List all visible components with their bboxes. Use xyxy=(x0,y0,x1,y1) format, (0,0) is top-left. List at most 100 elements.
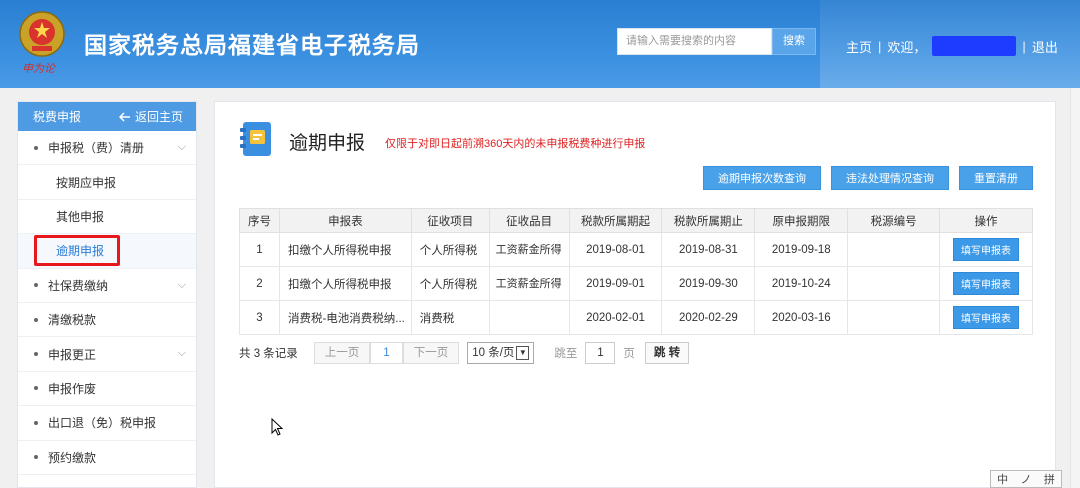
original-deadline: 2020-03-16 xyxy=(754,300,849,335)
ime-toolbar[interactable]: 中 ノ 拼 xyxy=(990,470,1062,488)
back-home-link[interactable]: 返回主页 xyxy=(118,108,183,125)
period-start: 2019-08-01 xyxy=(568,232,663,267)
tax-project: 消费税 xyxy=(410,300,490,335)
period-end: 2019-09-30 xyxy=(661,266,756,301)
home-link[interactable]: 主页 xyxy=(846,37,872,56)
sidebar-item-clear-tax[interactable]: 清缴税款 xyxy=(18,303,196,338)
sidebar-item-other[interactable]: 其他申报 xyxy=(18,200,196,235)
tax-item: 工资薪金所得 xyxy=(488,266,570,301)
source-code xyxy=(847,232,941,267)
operation-cell: 填写申报表 xyxy=(939,300,1033,335)
period-end: 2019-08-31 xyxy=(661,232,756,267)
nav-separator: | xyxy=(878,38,882,54)
tax-project: 个人所得税 xyxy=(410,232,490,267)
column-header: 申报表 xyxy=(278,208,412,233)
sidebar-title: 税费申报 xyxy=(33,110,82,124)
prev-page-button[interactable]: 上一页 xyxy=(313,342,371,364)
column-header: 操作 xyxy=(939,208,1033,233)
bullet-icon xyxy=(34,420,38,425)
sidebar-item-periodic[interactable]: 按期应申报 xyxy=(18,165,196,200)
original-deadline: 2019-09-18 xyxy=(754,232,849,267)
source-code xyxy=(847,300,941,335)
sidebar-item-export-refund[interactable]: 出口退（免）税申报 xyxy=(18,406,196,441)
bullet-icon xyxy=(34,352,38,357)
original-deadline: 2019-10-24 xyxy=(754,266,849,301)
column-header: 原申报期限 xyxy=(754,208,849,233)
row-number: 1 xyxy=(239,232,280,267)
operation-cell: 填写申报表 xyxy=(939,266,1033,301)
row-number: 2 xyxy=(239,266,280,301)
next-page-button[interactable]: 下一页 xyxy=(402,342,460,364)
pagination: 共 3 条记录 上一页 1 下一页 10 条/页 ▼ 跳至 1 页 跳 转 xyxy=(239,342,690,364)
sidebar-item-scheduled-payment[interactable]: 预约缴款 xyxy=(18,441,196,475)
bullet-icon xyxy=(34,317,38,322)
sidebar-header: 税费申报 返回主页 xyxy=(18,102,196,131)
form-name: 扣缴个人所得税申报 xyxy=(278,232,412,267)
tax-project: 个人所得税 xyxy=(410,266,490,301)
page-scrollbar[interactable] xyxy=(1070,88,1080,488)
total-records: 共 3 条记录 xyxy=(239,348,298,360)
table-row: 1 扣缴个人所得税申报 个人所得税 工资薪金所得 2019-08-01 2019… xyxy=(239,232,1033,267)
logout-link[interactable]: 退出 xyxy=(1032,37,1058,56)
sidebar-item-declaration-list[interactable]: 申报税（费）清册 ⌵ xyxy=(18,131,196,166)
jump-button[interactable]: 跳 转 xyxy=(644,342,690,364)
reset-list-button[interactable]: 重置清册 xyxy=(959,166,1033,190)
chevron-down-icon: ⌵ xyxy=(177,278,186,291)
period-end: 2020-02-29 xyxy=(661,300,756,335)
row-number: 3 xyxy=(239,300,280,335)
table-header-row: 序号 申报表 征收项目 征收品目 税款所属期起 税款所属期止 原申报期限 税源编… xyxy=(239,208,1033,233)
column-header: 税源编号 xyxy=(847,208,941,233)
violation-query-button[interactable]: 违法处理情况查询 xyxy=(831,166,949,190)
jump-page-input[interactable]: 1 xyxy=(585,342,616,364)
top-nav: 主页 | 欢迎， | 退出 xyxy=(846,36,1058,56)
main-panel: 逾期申报 仅限于对即日起前溯360天内的未申报税费种进行申报 逾期申报次数查询 … xyxy=(214,101,1056,488)
bullet-icon xyxy=(34,283,38,288)
sidebar-item-label: 申报作废 xyxy=(48,381,97,396)
ime-mode: 中 xyxy=(997,474,1009,486)
sidebar-item-label: 预约缴款 xyxy=(48,450,97,465)
nav-separator: | xyxy=(1022,38,1026,54)
tax-item xyxy=(488,300,570,335)
signature-text: 申为论 xyxy=(22,62,55,75)
overdue-table: 序号 申报表 征收项目 征收品目 税款所属期起 税款所属期止 原申报期限 税源编… xyxy=(239,208,1033,335)
bullet-icon xyxy=(34,145,38,150)
top-header: 申为论 国家税务总局福建省电子税务局 请输入需要搜索的内容 搜索 主页 | 欢迎… xyxy=(0,0,1080,88)
page-size-select[interactable]: 10 条/页 ▼ xyxy=(467,342,535,364)
sidebar-item-label: 申报更正 xyxy=(48,347,97,362)
sidebar-item-overdue[interactable]: 逾期申报 xyxy=(18,234,196,269)
overdue-count-query-button[interactable]: 逾期申报次数查询 xyxy=(703,166,821,190)
chevron-down-icon: ⌵ xyxy=(177,347,186,360)
search-button[interactable]: 搜索 xyxy=(772,28,816,55)
sidebar: 税费申报 返回主页 申报税（费）清册 ⌵ 按期应申报 其他申报 逾期申报 社保费… xyxy=(17,101,197,488)
ledger-icon xyxy=(240,122,271,156)
fill-form-button[interactable]: 填写申报表 xyxy=(953,306,1020,329)
sidebar-item-label: 社保费缴纳 xyxy=(48,278,109,293)
sidebar-item-label: 申报税（费）清册 xyxy=(48,141,145,156)
site-title: 国家税务总局福建省电子税务局 xyxy=(84,32,420,58)
bullet-icon xyxy=(34,386,38,391)
fill-form-button[interactable]: 填写申报表 xyxy=(953,272,1020,295)
jump-label: 跳至 xyxy=(554,348,578,360)
chevron-down-icon: ▼ xyxy=(516,346,530,360)
form-name: 扣缴个人所得税申报 xyxy=(278,266,412,301)
current-page[interactable]: 1 xyxy=(370,342,403,364)
sidebar-item-social-insurance[interactable]: 社保费缴纳 ⌵ xyxy=(18,269,196,303)
sidebar-item-correction[interactable]: 申报更正 ⌵ xyxy=(18,337,196,372)
period-start: 2019-09-01 xyxy=(568,266,663,301)
column-header: 序号 xyxy=(239,208,280,233)
column-header: 征收项目 xyxy=(410,208,490,233)
back-home-label: 返回主页 xyxy=(134,110,183,124)
page-title: 逾期申报 xyxy=(289,133,366,154)
table-row: 2 扣缴个人所得税申报 个人所得税 工资薪金所得 2019-09-01 2019… xyxy=(239,266,1033,301)
page-unit-label: 页 xyxy=(623,348,635,360)
tax-item: 工资薪金所得 xyxy=(488,232,570,267)
back-arrow-icon xyxy=(118,111,130,122)
sidebar-item-void[interactable]: 申报作废 xyxy=(18,372,196,407)
table-row: 3 消费税-电池消费税纳... 消费税 2020-02-01 2020-02-2… xyxy=(239,300,1033,335)
sidebar-item-label: 其他申报 xyxy=(56,209,105,224)
fill-form-button[interactable]: 填写申报表 xyxy=(953,238,1020,261)
search-input[interactable]: 请输入需要搜索的内容 xyxy=(617,28,772,55)
period-start: 2020-02-01 xyxy=(568,300,663,335)
ime-extra: 拼 xyxy=(1043,474,1055,486)
page-note: 仅限于对即日起前溯360天内的未申报税费种进行申报 xyxy=(385,138,646,150)
